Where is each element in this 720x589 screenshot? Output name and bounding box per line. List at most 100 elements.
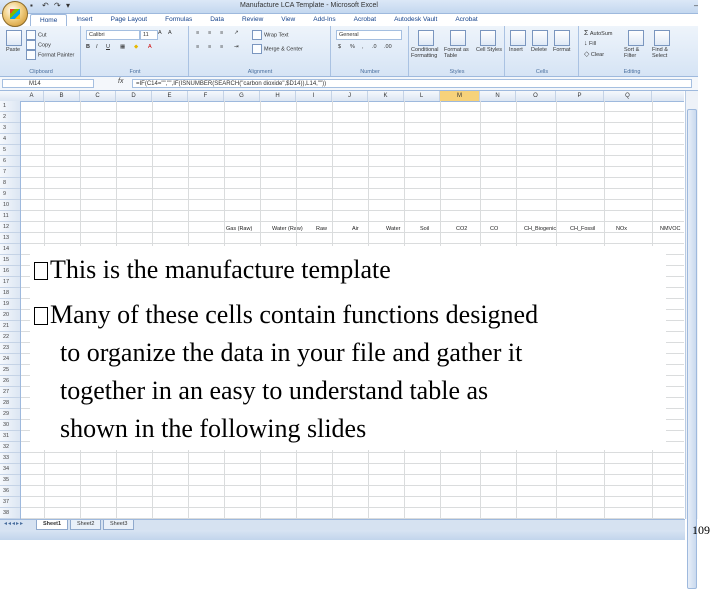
office-button[interactable] [2, 1, 28, 27]
fill-button[interactable]: ↓ Fill [584, 40, 596, 47]
save-icon[interactable]: ▪ [30, 1, 39, 10]
column-header-f[interactable]: F [188, 91, 224, 101]
cell-header-nox[interactable]: NOx [616, 226, 627, 232]
customize-qat-icon[interactable]: ▾ [66, 1, 75, 10]
vertical-scrollbar[interactable] [685, 91, 699, 589]
format-painter-button[interactable]: Format Painter [26, 50, 74, 60]
row-header-6[interactable]: 6 [0, 156, 20, 167]
tab-formulas[interactable]: Formulas [156, 14, 201, 26]
row-header-25[interactable]: 25 [0, 365, 20, 376]
sheet-tab-1[interactable]: Sheet1 [36, 520, 69, 530]
sheet-tab-2[interactable]: Sheet2 [70, 520, 102, 530]
row-header-16[interactable]: 16 [0, 266, 20, 277]
font-size-select[interactable]: 11 [140, 30, 158, 40]
row-header-13[interactable]: 13 [0, 233, 20, 244]
row-header-9[interactable]: 9 [0, 189, 20, 200]
column-header-h[interactable]: H [260, 91, 296, 101]
cell-header-ch-biogenic[interactable]: CH_Biogenic [524, 226, 556, 232]
row-header-24[interactable]: 24 [0, 354, 20, 365]
align-bottom-icon[interactable]: ≡ [220, 30, 223, 36]
column-header-l[interactable]: L [404, 91, 440, 101]
tab-add-ins[interactable]: Add-Ins [304, 14, 344, 26]
sheet-tab-3[interactable]: Sheet3 [103, 520, 135, 530]
percent-icon[interactable]: % [350, 44, 355, 50]
sheet-nav-arrows-icon[interactable]: ◂◂◂▸▸ [4, 520, 24, 527]
column-header-q[interactable]: Q [604, 91, 652, 101]
cell-header-co2[interactable]: CO2 [456, 226, 467, 232]
cell-header-co[interactable]: CO [490, 226, 498, 232]
tab-data[interactable]: Data [201, 14, 233, 26]
conditional-formatting-button[interactable]: Conditional Formatting [411, 47, 441, 59]
row-header-29[interactable]: 29 [0, 409, 20, 420]
insert-button[interactable]: Insert [509, 47, 523, 53]
scrollbar-thumb[interactable] [687, 109, 697, 589]
increase-decimal-icon[interactable]: .0 [372, 44, 377, 50]
copy-button[interactable]: Copy [26, 40, 51, 50]
row-header-21[interactable]: 21 [0, 321, 20, 332]
cut-button[interactable]: Cut [26, 30, 47, 40]
format-button[interactable]: Format [553, 47, 570, 53]
italic-icon[interactable]: I [96, 44, 98, 50]
sort-filter-button[interactable]: Sort & Filter [624, 47, 650, 59]
indent-icon[interactable]: ⇥ [234, 44, 239, 50]
row-header-20[interactable]: 20 [0, 310, 20, 321]
autosum-button[interactable]: Σ AutoSum [584, 30, 612, 37]
tab-home[interactable]: Home [30, 14, 68, 26]
cell-header-water-raw[interactable]: Water (Raw) [272, 226, 303, 232]
shrink-font-icon[interactable]: A [168, 30, 172, 36]
column-header-e[interactable]: E [152, 91, 188, 101]
name-box[interactable]: M14 [2, 79, 94, 88]
row-header-1[interactable]: 1 [0, 101, 20, 112]
tab-insert[interactable]: Insert [67, 14, 101, 26]
number-format-select[interactable]: General [336, 30, 402, 40]
cell-header-raw[interactable]: Raw [316, 226, 327, 232]
tab-view[interactable]: View [272, 14, 304, 26]
column-header-o[interactable]: O [516, 91, 556, 101]
row-header-27[interactable]: 27 [0, 387, 20, 398]
row-header-10[interactable]: 10 [0, 200, 20, 211]
underline-icon[interactable]: U [106, 44, 110, 50]
align-center-icon[interactable]: ≡ [208, 44, 211, 50]
align-left-icon[interactable]: ≡ [196, 44, 199, 50]
align-right-icon[interactable]: ≡ [220, 44, 223, 50]
row-header-15[interactable]: 15 [0, 255, 20, 266]
undo-icon[interactable]: ↶ [42, 1, 51, 10]
paste-button[interactable]: Paste [6, 47, 20, 53]
borders-icon[interactable]: ▦ [120, 44, 125, 50]
row-header-8[interactable]: 8 [0, 178, 20, 189]
tab-autodesk-vault[interactable]: Autodesk Vault [385, 14, 446, 26]
column-header-p[interactable]: P [556, 91, 604, 101]
column-header-k[interactable]: K [368, 91, 404, 101]
row-header-34[interactable]: 34 [0, 464, 20, 475]
cell-header-nmvoc[interactable]: NMVOC [660, 226, 680, 232]
clear-button[interactable]: ◇ Clear [584, 50, 604, 58]
row-header-12[interactable]: 12 [0, 222, 20, 233]
column-header-g[interactable]: G [224, 91, 260, 101]
find-select-button[interactable]: Find & Select [652, 47, 680, 59]
delete-button[interactable]: Delete [531, 47, 547, 53]
font-name-select[interactable]: Calibri [86, 30, 140, 40]
row-header-3[interactable]: 3 [0, 123, 20, 134]
row-header-23[interactable]: 23 [0, 343, 20, 354]
insert-function-icon[interactable]: fx [118, 78, 123, 85]
row-header-18[interactable]: 18 [0, 288, 20, 299]
decrease-decimal-icon[interactable]: .00 [384, 44, 392, 50]
row-header-31[interactable]: 31 [0, 431, 20, 442]
row-header-22[interactable]: 22 [0, 332, 20, 343]
tab-acrobat-2[interactable]: Acrobat [446, 14, 486, 26]
formula-input[interactable]: =IF(C14="","",IF(ISNUMBER(SEARCH("carbon… [132, 79, 692, 88]
row-header-32[interactable]: 32 [0, 442, 20, 453]
row-header-17[interactable]: 17 [0, 277, 20, 288]
row-header-14[interactable]: 14 [0, 244, 20, 255]
row-header-38[interactable]: 38 [0, 508, 20, 519]
row-header-19[interactable]: 19 [0, 299, 20, 310]
row-header-28[interactable]: 28 [0, 398, 20, 409]
row-header-11[interactable]: 11 [0, 211, 20, 222]
cell-header-water[interactable]: Water [386, 226, 400, 232]
currency-icon[interactable]: $ [338, 44, 341, 50]
row-header-2[interactable]: 2 [0, 112, 20, 123]
orientation-icon[interactable]: ↗ [234, 30, 239, 36]
column-header-b[interactable]: B [44, 91, 80, 101]
cell-styles-button[interactable]: Cell Styles [476, 47, 502, 53]
row-header-7[interactable]: 7 [0, 167, 20, 178]
